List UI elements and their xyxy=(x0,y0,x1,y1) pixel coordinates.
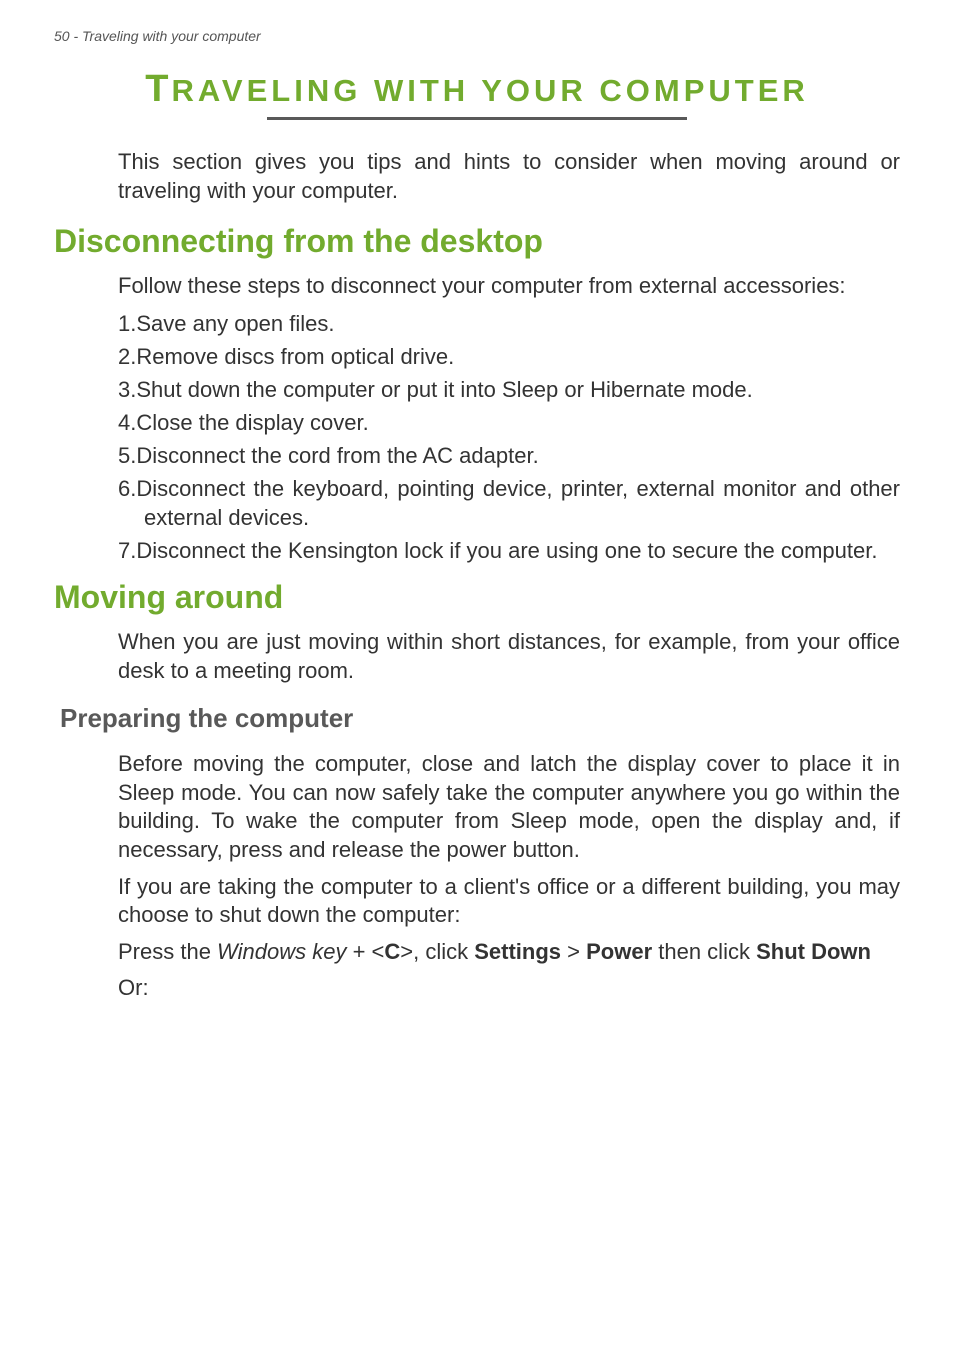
heading-moving-around: Moving around xyxy=(54,579,900,616)
text: + < xyxy=(346,939,384,964)
preparing-para-2: If you are taking the computer to a clie… xyxy=(118,873,900,930)
heading-disconnecting: Disconnecting from the desktop xyxy=(54,223,900,260)
page-title: TRAVELING WITH YOUR COMPUTER xyxy=(54,68,900,111)
heading-preparing: Preparing the computer xyxy=(60,703,900,734)
disconnecting-steps: 1.Save any open files. 2.Remove discs fr… xyxy=(118,309,900,565)
list-item: 1.Save any open files. xyxy=(118,309,900,338)
intro-paragraph: This section gives you tips and hints to… xyxy=(118,148,900,205)
list-item: 7.Disconnect the Kensington lock if you … xyxy=(118,536,900,565)
list-item: 2.Remove discs from optical drive. xyxy=(118,342,900,371)
running-header: 50 - Traveling with your computer xyxy=(54,28,900,44)
disconnecting-lead: Follow these steps to disconnect your co… xyxy=(118,272,900,301)
text: then click xyxy=(652,939,756,964)
list-item: 3.Shut down the computer or put it into … xyxy=(118,375,900,404)
preparing-shortcut: Press the Windows key + <C>, click Setti… xyxy=(118,938,900,967)
power-label: Power xyxy=(586,939,652,964)
list-item: 4.Close the display cover. xyxy=(118,408,900,437)
title-first-char: T xyxy=(145,68,171,110)
title-rest: RAVELING WITH YOUR COMPUTER xyxy=(171,73,808,108)
text: > xyxy=(561,939,586,964)
key-c: C xyxy=(384,939,400,964)
or-text: Or: xyxy=(118,974,900,1003)
text: Press the xyxy=(118,939,217,964)
title-underline xyxy=(267,117,687,120)
windows-key-label: Windows key xyxy=(217,939,346,964)
settings-label: Settings xyxy=(474,939,561,964)
shut-down-label: Shut Down xyxy=(756,939,871,964)
text: >, click xyxy=(400,939,474,964)
preparing-para-1: Before moving the computer, close and la… xyxy=(118,750,900,864)
list-item: 5.Disconnect the cord from the AC adapte… xyxy=(118,441,900,470)
list-item: 6.Disconnect the keyboard, pointing devi… xyxy=(118,474,900,532)
moving-lead: When you are just moving within short di… xyxy=(118,628,900,685)
